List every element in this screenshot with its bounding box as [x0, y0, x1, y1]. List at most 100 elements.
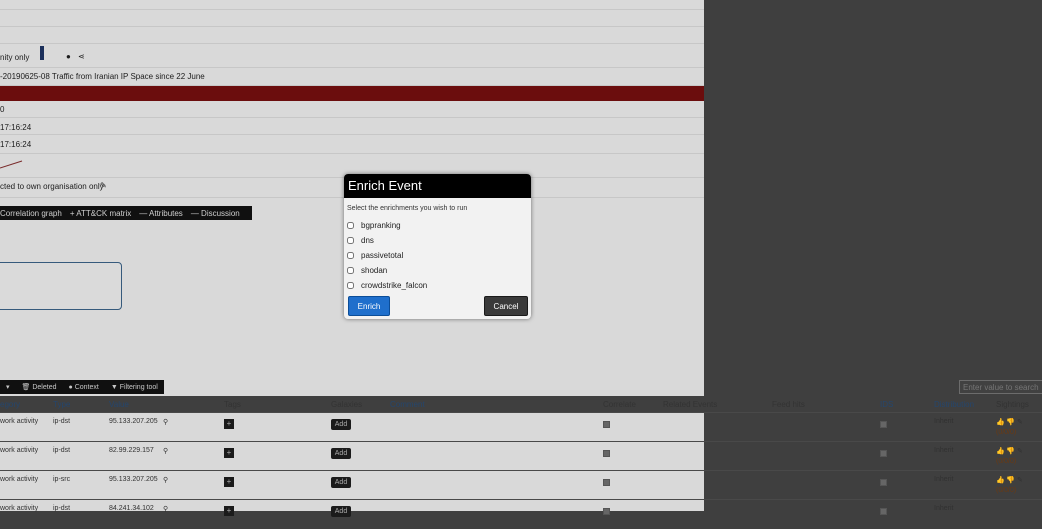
enrich-button[interactable]: Enrich: [348, 296, 390, 316]
cell-value: 95.133.207.205: [109, 476, 158, 483]
add-galaxy-button[interactable]: Add: [331, 477, 351, 488]
filtering-label: Filtering tool: [119, 383, 158, 391]
magnify-icon[interactable]: ⚲: [163, 476, 168, 484]
ids-checkbox[interactable]: [880, 450, 887, 457]
cell-category: work activity: [0, 418, 39, 425]
col-distribution[interactable]: Distribution: [934, 400, 974, 409]
add-tag-button[interactable]: +: [224, 477, 234, 487]
sighting-thumbs-down-icon[interactable]: 👎: [1006, 447, 1015, 455]
sighting-thumbs-up-icon[interactable]: 👍: [996, 476, 1005, 484]
enrichment-option-shodan[interactable]: shodan: [347, 266, 387, 275]
modal-title: Enrich Event: [344, 174, 531, 198]
magnify-icon[interactable]: ⚲: [163, 505, 168, 513]
sightings-count: (0/0/0): [996, 458, 1017, 465]
event-toolbar: Correlation graph + ATT&CK matrix — Attr…: [0, 206, 252, 220]
restriction-text: cted to own organisation only: [0, 182, 104, 191]
modal-subtitle: Select the enrichments you wish to run: [347, 205, 468, 212]
event-row-info: -20190625-08 Traffic from Iranian IP Spa…: [0, 68, 704, 86]
filtering-tool-button[interactable]: ▼ Filtering tool: [111, 384, 158, 391]
discussion-textarea[interactable]: [0, 262, 122, 310]
add-galaxy-button[interactable]: Add: [331, 419, 351, 430]
option-label: dns: [361, 236, 374, 245]
cell-category: work activity: [0, 447, 39, 454]
info-icon[interactable]: ●: [66, 52, 71, 61]
correlation-graph-tab[interactable]: Correlation graph: [0, 209, 62, 218]
magnify-icon[interactable]: ⚲: [163, 447, 168, 455]
cell-type: ip-src: [53, 476, 71, 483]
event-timestamp: 17:16:24: [0, 140, 32, 149]
enrichment-option-dns[interactable]: dns: [347, 236, 374, 245]
col-category[interactable]: egory: [0, 400, 20, 409]
sighting-thumbs-up-icon[interactable]: 👍: [996, 447, 1005, 455]
discussion-tab[interactable]: — Discussion: [191, 209, 240, 218]
add-tag-button[interactable]: +: [224, 506, 234, 516]
attack-matrix-label: ATT&CK matrix: [76, 208, 132, 218]
col-comment[interactable]: Comment: [390, 400, 425, 409]
attack-matrix-tab[interactable]: + ATT&CK matrix: [70, 209, 131, 218]
enrichment-checkbox[interactable]: [347, 267, 354, 274]
enrichment-checkbox[interactable]: [347, 237, 354, 244]
add-tag-button[interactable]: +: [224, 419, 234, 429]
enrichment-option-passivetotal[interactable]: passivetotal: [347, 251, 403, 260]
col-type[interactable]: Type: [53, 400, 70, 409]
share-icon[interactable]: ⋖: [78, 52, 85, 61]
event-row: [0, 27, 704, 44]
correlate-checkbox[interactable]: [603, 479, 610, 486]
deleted-label: Deleted: [32, 384, 57, 391]
col-correlate: Correlate: [603, 400, 636, 409]
cell-type: ip-dst: [53, 447, 71, 454]
cancel-button[interactable]: Cancel: [484, 296, 528, 316]
col-ids[interactable]: IDS: [880, 400, 893, 409]
event-row: [0, 0, 704, 10]
cell-distribution: Inherit: [934, 447, 954, 454]
sighting-wrench-icon[interactable]: ✎: [1017, 418, 1023, 426]
correlate-checkbox[interactable]: [603, 421, 610, 428]
ids-checkbox[interactable]: [880, 508, 887, 515]
attributes-tab[interactable]: — Attributes: [139, 209, 183, 218]
cell-distribution: Inherit: [934, 418, 954, 425]
sightings-count: (0/0/0): [996, 487, 1017, 494]
ids-checkbox[interactable]: [880, 479, 887, 486]
attribute-search-input[interactable]: [959, 380, 1042, 394]
col-value[interactable]: Value: [109, 400, 129, 409]
correlate-checkbox[interactable]: [603, 508, 610, 515]
attributes-label: Attributes: [149, 208, 183, 218]
event-row: 17:16:24: [0, 118, 704, 135]
sparkline: [0, 160, 23, 169]
enrichment-option-bgpranking[interactable]: bgpranking: [347, 221, 401, 230]
attribute-toolbar: ▾ 🗑 Deleted ● Context ▼ Filtering tool: [0, 380, 164, 394]
enrichment-checkbox[interactable]: [347, 252, 354, 259]
context-label: Context: [74, 383, 99, 391]
table-row: work activity ip-src 95.133.207.205 ⚲ + Add In…: [0, 470, 1042, 500]
context-toggle[interactable]: ● Context: [69, 384, 99, 391]
sighting-wrench-icon[interactable]: ✎: [1017, 447, 1023, 455]
table-row: work activity ip-dst 95.133.207.205 ⚲ + Add In…: [0, 412, 1042, 442]
add-tag-button[interactable]: +: [224, 448, 234, 458]
distribution-text: nity only: [0, 53, 30, 62]
sighting-thumbs-down-icon[interactable]: 👎: [1006, 418, 1015, 426]
wrench-icon[interactable]: ✎: [100, 181, 107, 190]
ids-checkbox[interactable]: [880, 421, 887, 428]
cell-value: 82.99.229.157: [109, 447, 154, 454]
table-row: work activity ip-dst 84.241.34.102 ⚲ + Add Inh…: [0, 499, 1042, 529]
add-galaxy-button[interactable]: Add: [331, 506, 351, 517]
event-row: [0, 10, 704, 27]
attribute-table-header: egory Type Value Tags Galaxies Comment C…: [0, 396, 1042, 412]
enrichment-option-crowdstrike-falcon[interactable]: crowdstrike_falcon: [347, 281, 427, 290]
deleted-filter[interactable]: 🗑 Deleted: [22, 383, 57, 391]
sighting-thumbs-up-icon[interactable]: 👍: [996, 418, 1005, 426]
magnify-icon[interactable]: ⚲: [163, 418, 168, 426]
col-sightings: Sightings: [996, 400, 1029, 409]
dropdown-caret-icon[interactable]: ▾: [6, 383, 10, 391]
sighting-thumbs-down-icon[interactable]: 👎: [1006, 476, 1015, 484]
sighting-wrench-icon[interactable]: ✎: [1017, 476, 1023, 484]
col-related-events: Related Events: [663, 400, 718, 409]
enrich-event-modal: Enrich Event Select the enrichments you …: [344, 174, 531, 319]
option-label: crowdstrike_falcon: [361, 281, 428, 290]
enrichment-checkbox[interactable]: [347, 222, 354, 229]
cell-value: 95.133.207.205: [109, 418, 158, 425]
correlate-checkbox[interactable]: [603, 450, 610, 457]
add-galaxy-button[interactable]: Add: [331, 448, 351, 459]
event-count: 0: [0, 105, 5, 114]
enrichment-checkbox[interactable]: [347, 282, 354, 289]
